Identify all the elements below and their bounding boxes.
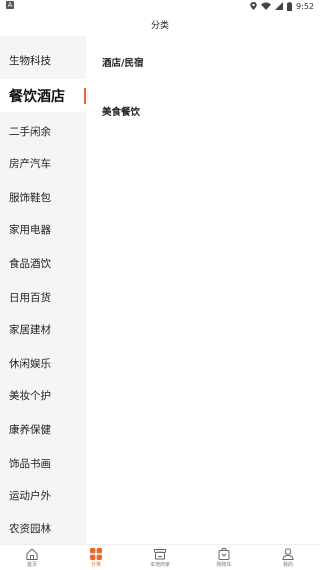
sidebar-item-label: 服饰鞋包 [9,192,51,204]
wifi-icon [261,2,272,10]
sidebar-item-appliances[interactable]: 家用电器 [0,213,86,246]
tab-label: 我的 [282,562,293,568]
sidebar-item-realestate-auto[interactable]: 房产汽车 [0,147,86,180]
status-icons: 9:52 [250,0,314,12]
sidebar-item-label: 农资园林 [9,523,51,535]
sidebar-item-biotech[interactable]: 生物科技 [0,44,86,77]
sidebar-item-leisure[interactable]: 休闲娱乐 [0,347,86,380]
sidebar-item-catering-hotel[interactable]: 餐饮酒店 [0,79,86,112]
sidebar-item-label: 餐饮酒店 [9,88,65,105]
sidebar-item-agriculture[interactable]: 农资园林 [0,512,86,545]
sidebar-item-daily-goods[interactable]: 日用百货 [0,281,86,314]
status-time: 9:52 [296,1,314,11]
tab-profile[interactable]: 我的 [256,545,320,570]
tab-local-merchants[interactable]: 本地商家 [128,545,192,570]
sidebar-item-apparel[interactable]: 服饰鞋包 [0,181,86,214]
tab-label: 分类 [90,562,101,568]
tab-category[interactable]: 分类 [64,545,128,570]
tab-label: 首页 [26,562,37,568]
tab-cart[interactable]: 购物车 [192,545,256,570]
sidebar-item-label: 日用百货 [9,292,51,304]
signal-icon [275,2,284,10]
grid-icon [90,548,102,560]
sidebar-item-label: 食品酒饮 [9,258,51,270]
category-sidebar: 生物科技 餐饮酒店 二手闲余 房产汽车 服饰鞋包 家用电器 食品酒饮 日用百货 … [0,36,86,544]
page-title: 分类 [150,20,169,31]
user-icon [282,548,294,560]
sidebar-item-label: 生物科技 [9,55,51,67]
home-icon [26,548,38,560]
sidebar-item-label: 美妆个护 [9,390,51,402]
sidebar-item-label: 休闲娱乐 [9,358,51,370]
sidebar-item-health[interactable]: 康养保健 [0,413,86,446]
sidebar-item-label: 二手闲余 [9,126,51,138]
sidebar-item-outdoor[interactable]: 运动户外 [0,479,86,512]
sidebar-item-accessories-art[interactable]: 饰品书画 [0,447,86,480]
cart-icon [218,547,230,560]
tab-label: 购物车 [216,562,232,568]
category-content: 酒店/民宿 美食餐饮 [86,36,320,544]
subcategory-hotel-homestay[interactable]: 酒店/民宿 [102,55,143,69]
location-icon [250,2,257,10]
battery-icon [287,1,293,11]
subcategory-food-dining[interactable]: 美食餐饮 [102,104,140,118]
header: 分类 [0,12,320,36]
status-bar: A 9:52 [0,0,320,12]
sidebar-item-beauty[interactable]: 美妆个护 [0,379,86,412]
sidebar-item-label: 房产汽车 [9,158,51,170]
tab-home[interactable]: 首页 [0,545,64,570]
sidebar-item-food-drink[interactable]: 食品酒饮 [0,247,86,280]
bottom-tab-bar: 首页 分类 本地商家 购物车 我的 [0,544,320,570]
sidebar-item-home-building[interactable]: 家居建材 [0,313,86,346]
sidebar-item-secondhand[interactable]: 二手闲余 [0,115,86,148]
sidebar-item-label: 家用电器 [9,224,51,236]
sidebar-item-label: 运动户外 [9,490,51,502]
sidebar-item-label: 家居建材 [9,324,51,336]
sidebar-item-label: 饰品书画 [9,458,51,470]
app-notification-icon: A [6,1,14,9]
tab-label: 本地商家 [149,562,170,568]
store-icon [154,549,166,560]
sidebar-item-label: 康养保健 [9,424,51,436]
